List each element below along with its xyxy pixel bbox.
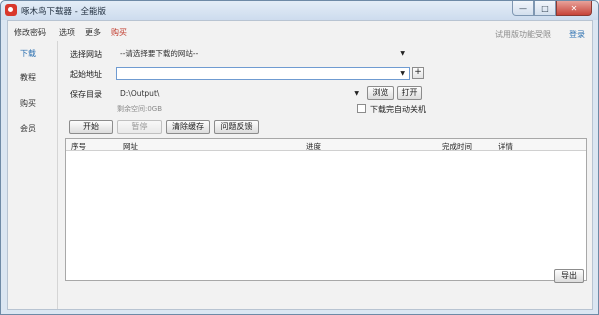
column-header-progress[interactable]: 进度	[306, 141, 321, 152]
maximize-button[interactable]: □	[534, 1, 556, 16]
clear-cache-button[interactable]: 清除缓存	[166, 120, 210, 134]
chevron-down-icon: ▼	[400, 70, 405, 77]
column-header-url[interactable]: 网址	[123, 141, 138, 152]
menu-change-password[interactable]: 修改密码	[14, 27, 46, 38]
left-nav: 下载 教程 购买 会员	[8, 41, 58, 309]
window-controls: — □ ✕	[512, 1, 592, 16]
menu-options[interactable]: 选项	[59, 27, 75, 38]
column-header-finish-time[interactable]: 完成时间	[442, 141, 472, 152]
app-window: 啄木鸟下载器 - 全能版 — □ ✕ 修改密码 选项 更多 购买 试用版功能受限…	[0, 0, 599, 315]
free-space-text: 剩余空间:0GB	[117, 105, 163, 113]
title-bar[interactable]: 啄木鸟下载器 - 全能版 — □ ✕	[1, 1, 598, 20]
auto-shutdown-label: 下载完自动关机	[370, 105, 426, 114]
start-url-label: 起始地址	[70, 70, 102, 79]
site-select-value: --请选择要下载的网站--	[120, 49, 199, 58]
open-folder-button[interactable]: 打开	[397, 86, 422, 100]
menu-more[interactable]: 更多	[85, 27, 101, 38]
column-header-details[interactable]: 详情	[498, 141, 513, 152]
add-url-button[interactable]: +	[412, 67, 424, 79]
export-button[interactable]: 导出	[554, 269, 584, 283]
menu-bar: 修改密码 选项 更多 购买 试用版功能受限 登录	[8, 21, 592, 41]
browse-button[interactable]: 浏览	[367, 86, 394, 100]
column-header-index[interactable]: 序号	[71, 141, 86, 152]
output-dir-select[interactable]: D:\Output\ ▼	[116, 87, 364, 100]
chevron-down-icon: ▼	[400, 50, 405, 57]
close-button[interactable]: ✕	[556, 1, 592, 16]
nav-item-buy[interactable]: 购买	[20, 98, 36, 109]
output-dir-label: 保存目录	[70, 90, 102, 99]
start-button[interactable]: 开始	[69, 120, 113, 134]
nav-item-download[interactable]: 下载	[20, 48, 36, 59]
auto-shutdown-checkbox[interactable]	[357, 104, 366, 113]
trial-notice: 试用版功能受限	[495, 30, 551, 39]
site-select[interactable]: --请选择要下载的网站-- ▼	[116, 47, 410, 60]
chevron-down-icon: ▼	[354, 90, 359, 97]
start-url-input[interactable]: ▼	[116, 67, 410, 80]
client-area: 修改密码 选项 更多 购买 试用版功能受限 登录 下载 教程 购买 会员 选择网…	[7, 20, 593, 310]
menu-buy[interactable]: 购买	[111, 27, 127, 38]
minimize-button[interactable]: —	[512, 1, 534, 16]
nav-item-tutorial[interactable]: 教程	[20, 72, 36, 83]
window-title: 啄木鸟下载器 - 全能版	[21, 7, 106, 17]
download-table[interactable]: 序号 网址 进度 完成时间 详情	[65, 138, 587, 281]
site-label: 选择网站	[70, 50, 102, 59]
table-header: 序号 网址 进度 完成时间 详情	[66, 139, 586, 151]
pause-button[interactable]: 暂停	[117, 120, 162, 134]
output-dir-value: D:\Output\	[120, 89, 160, 98]
nav-item-member[interactable]: 会员	[20, 123, 36, 134]
feedback-button[interactable]: 问题反馈	[214, 120, 259, 134]
login-link[interactable]: 登录	[569, 29, 585, 40]
app-logo-icon	[5, 4, 17, 16]
